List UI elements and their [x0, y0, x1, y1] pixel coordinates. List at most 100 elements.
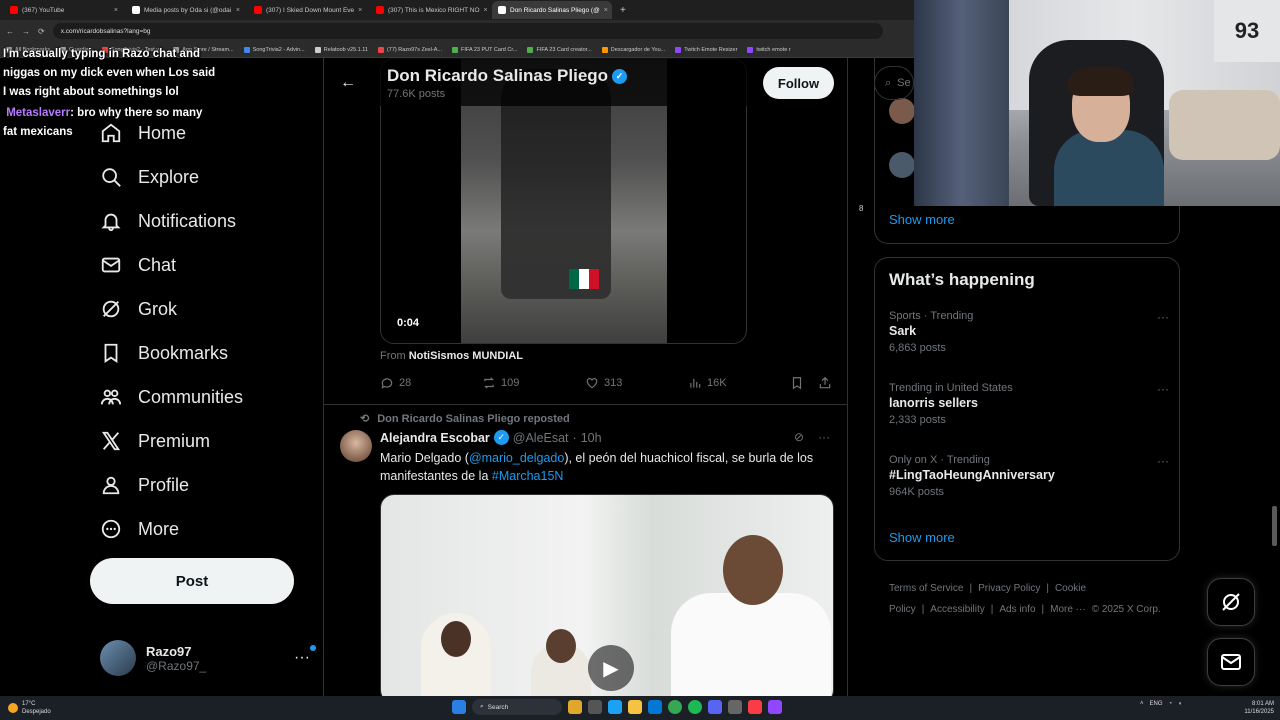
nav-item-notifications[interactable]: Notifications	[100, 210, 236, 232]
scrollbar-thumb[interactable]	[1272, 506, 1277, 546]
store-icon[interactable]	[648, 700, 662, 714]
reply-button[interactable]: 28	[380, 376, 411, 390]
windows-start-icon[interactable]	[452, 700, 466, 714]
edge-icon[interactable]	[608, 700, 622, 714]
bookmark-item[interactable]: FIFA 23 PUT Card Cr...	[452, 46, 517, 53]
trend-more-icon[interactable]: ···	[1157, 382, 1169, 396]
nav-item-grok[interactable]: Grok	[100, 298, 177, 320]
close-tab-icon[interactable]: ×	[358, 7, 362, 14]
nav-item-more[interactable]: More	[100, 518, 179, 540]
taskbar-search[interactable]: ⌕ Search	[472, 699, 562, 715]
trend-item[interactable]: Only on X · Trending #LingTaoHeungAnnive…	[889, 454, 1169, 498]
post-separator	[324, 404, 847, 405]
bookmark-item[interactable]: (77) Razo97s Zesl-A...	[377, 46, 442, 53]
clock[interactable]: 8:01 AM 11/16/2025	[1236, 700, 1274, 716]
volume-icon[interactable]: ◖	[1178, 701, 1182, 707]
repost-button[interactable]: 109	[482, 376, 519, 390]
nav-item-profile[interactable]: Profile	[100, 474, 189, 496]
heart-icon	[586, 378, 598, 389]
bookmark-item[interactable]: SongTrivia2 - Advin...	[243, 46, 305, 53]
avatar	[100, 640, 136, 676]
account-switcher[interactable]: Razo97 @Razo97_ ···	[100, 638, 316, 678]
tweet-time[interactable]: 10h	[581, 431, 602, 445]
back-arrow-icon[interactable]: ←	[6, 27, 14, 36]
show-more-link[interactable]: Show more	[889, 530, 955, 545]
nav-item-bookmarks[interactable]: Bookmarks	[100, 342, 228, 364]
grok-icon[interactable]: ⊘	[794, 430, 804, 444]
tweet-author-name[interactable]: Alejandra Escobar	[380, 431, 490, 445]
footer-link[interactable]: Ads info	[999, 604, 1035, 615]
url-input[interactable]: x.com/ricardobsalinas?lang=bg	[52, 23, 883, 39]
back-arrow-icon[interactable]: ←	[340, 74, 356, 92]
chrome-icon[interactable]	[668, 700, 682, 714]
wifi-icon[interactable]: ◔	[1169, 701, 1173, 707]
browser-tab[interactable]: Media posts by Oda si (@odai ×	[126, 1, 246, 19]
nav-item-communities[interactable]: Communities	[100, 386, 243, 408]
hashtag-link[interactable]: #Marcha15N	[492, 469, 564, 483]
language-indicator[interactable]: ENG	[1150, 701, 1163, 707]
trend-item[interactable]: Trending in United States lanorris selle…	[889, 382, 1169, 426]
music-icon[interactable]	[748, 700, 762, 714]
close-tab-icon[interactable]: ×	[236, 7, 240, 14]
nav-item-explore[interactable]: Explore	[100, 166, 199, 188]
bookmark-item[interactable]: Twitch Emote Resizer	[675, 46, 737, 53]
browser-tab[interactable]: Don Ricardo Salinas Pliego (@ ×	[492, 1, 612, 19]
bookmark-button[interactable]	[790, 376, 804, 390]
nav-label-premium: Premium	[138, 430, 211, 451]
tweet-author-avatar[interactable]	[340, 430, 372, 462]
forward-arrow-icon[interactable]: →	[22, 27, 30, 36]
tweet-author-handle[interactable]: @AleEsat	[513, 431, 569, 445]
follow-button[interactable]: Follow	[763, 67, 834, 99]
nav-item-chat[interactable]: Chat	[100, 254, 176, 276]
mail-icon	[101, 257, 121, 273]
post-button[interactable]: Post	[90, 558, 294, 604]
account-more-icon[interactable]: ···	[294, 645, 316, 667]
more-options-icon[interactable]: ···	[818, 430, 830, 444]
like-button[interactable]: 313	[585, 376, 622, 390]
search-icon: ⌕	[885, 76, 892, 89]
bookmark-item[interactable]: twitch emote r	[747, 46, 791, 53]
twitch-icon[interactable]	[768, 700, 782, 714]
from-source-link[interactable]: NotiSismos MUNDIAL	[409, 350, 523, 362]
new-tab-button[interactable]: +	[614, 5, 632, 16]
show-more-link[interactable]: Show more	[889, 212, 955, 227]
discord-icon[interactable]	[708, 700, 722, 714]
weather-widget[interactable]: 17°C Despejado	[8, 700, 51, 716]
bookmark-item[interactable]: Descargador de You...	[601, 46, 665, 53]
trend-more-icon[interactable]: ···	[1157, 310, 1169, 324]
messages-fab-button[interactable]	[1207, 638, 1255, 686]
views-button[interactable]: 16K	[688, 376, 727, 390]
trend-item[interactable]: Sports · Trending Sark 6,863 posts ···	[889, 310, 1169, 354]
mention-link[interactable]: @mario_delgado	[469, 451, 564, 465]
nav-item-premium[interactable]: Premium	[100, 430, 210, 452]
tray-chevron-icon[interactable]: ˄	[1140, 701, 1144, 707]
footer-link[interactable]: More ···	[1050, 604, 1086, 615]
trend-more-icon[interactable]: ···	[1157, 454, 1169, 468]
close-tab-icon[interactable]: ×	[604, 7, 608, 14]
bookmark-item[interactable]: Relatoob v25.1.11	[314, 46, 368, 53]
share-button[interactable]	[818, 376, 832, 390]
bookmark-item[interactable]: FIFA 23 Card creator...	[527, 46, 592, 53]
grok-fab-button[interactable]	[1207, 578, 1255, 626]
widgets-icon[interactable]	[568, 700, 582, 714]
footer-link[interactable]: Privacy Policy	[978, 583, 1040, 594]
footer-link[interactable]: © 2025 X Corp.	[1092, 604, 1161, 615]
repost-label[interactable]: Don Ricardo Salinas Pliego reposted	[377, 413, 570, 425]
close-tab-icon[interactable]: ×	[114, 7, 118, 14]
play-button-icon[interactable]: ▶	[588, 645, 634, 691]
footer-link[interactable]: Terms of Service	[889, 583, 963, 594]
suggested-user-avatar[interactable]	[889, 152, 915, 178]
task-view-icon[interactable]	[588, 700, 602, 714]
spotify-icon[interactable]	[688, 700, 702, 714]
search-input[interactable]: ⌕ Se	[874, 66, 914, 100]
browser-tab[interactable]: (307) I Skied Down Mount Eve ×	[248, 1, 368, 19]
browser-tab[interactable]: (307) This is Mexico RIGHT NO ×	[370, 1, 490, 19]
settings-icon[interactable]	[728, 700, 742, 714]
close-tab-icon[interactable]: ×	[484, 7, 488, 14]
suggested-user-avatar[interactable]	[889, 98, 915, 124]
reload-icon[interactable]: ⟳	[38, 27, 45, 36]
file-explorer-icon[interactable]	[628, 700, 642, 714]
footer-link[interactable]: Accessibility	[930, 604, 984, 615]
tweet-video[interactable]: ▶	[380, 494, 834, 696]
browser-tab[interactable]: (367) YouTube ×	[4, 1, 124, 19]
